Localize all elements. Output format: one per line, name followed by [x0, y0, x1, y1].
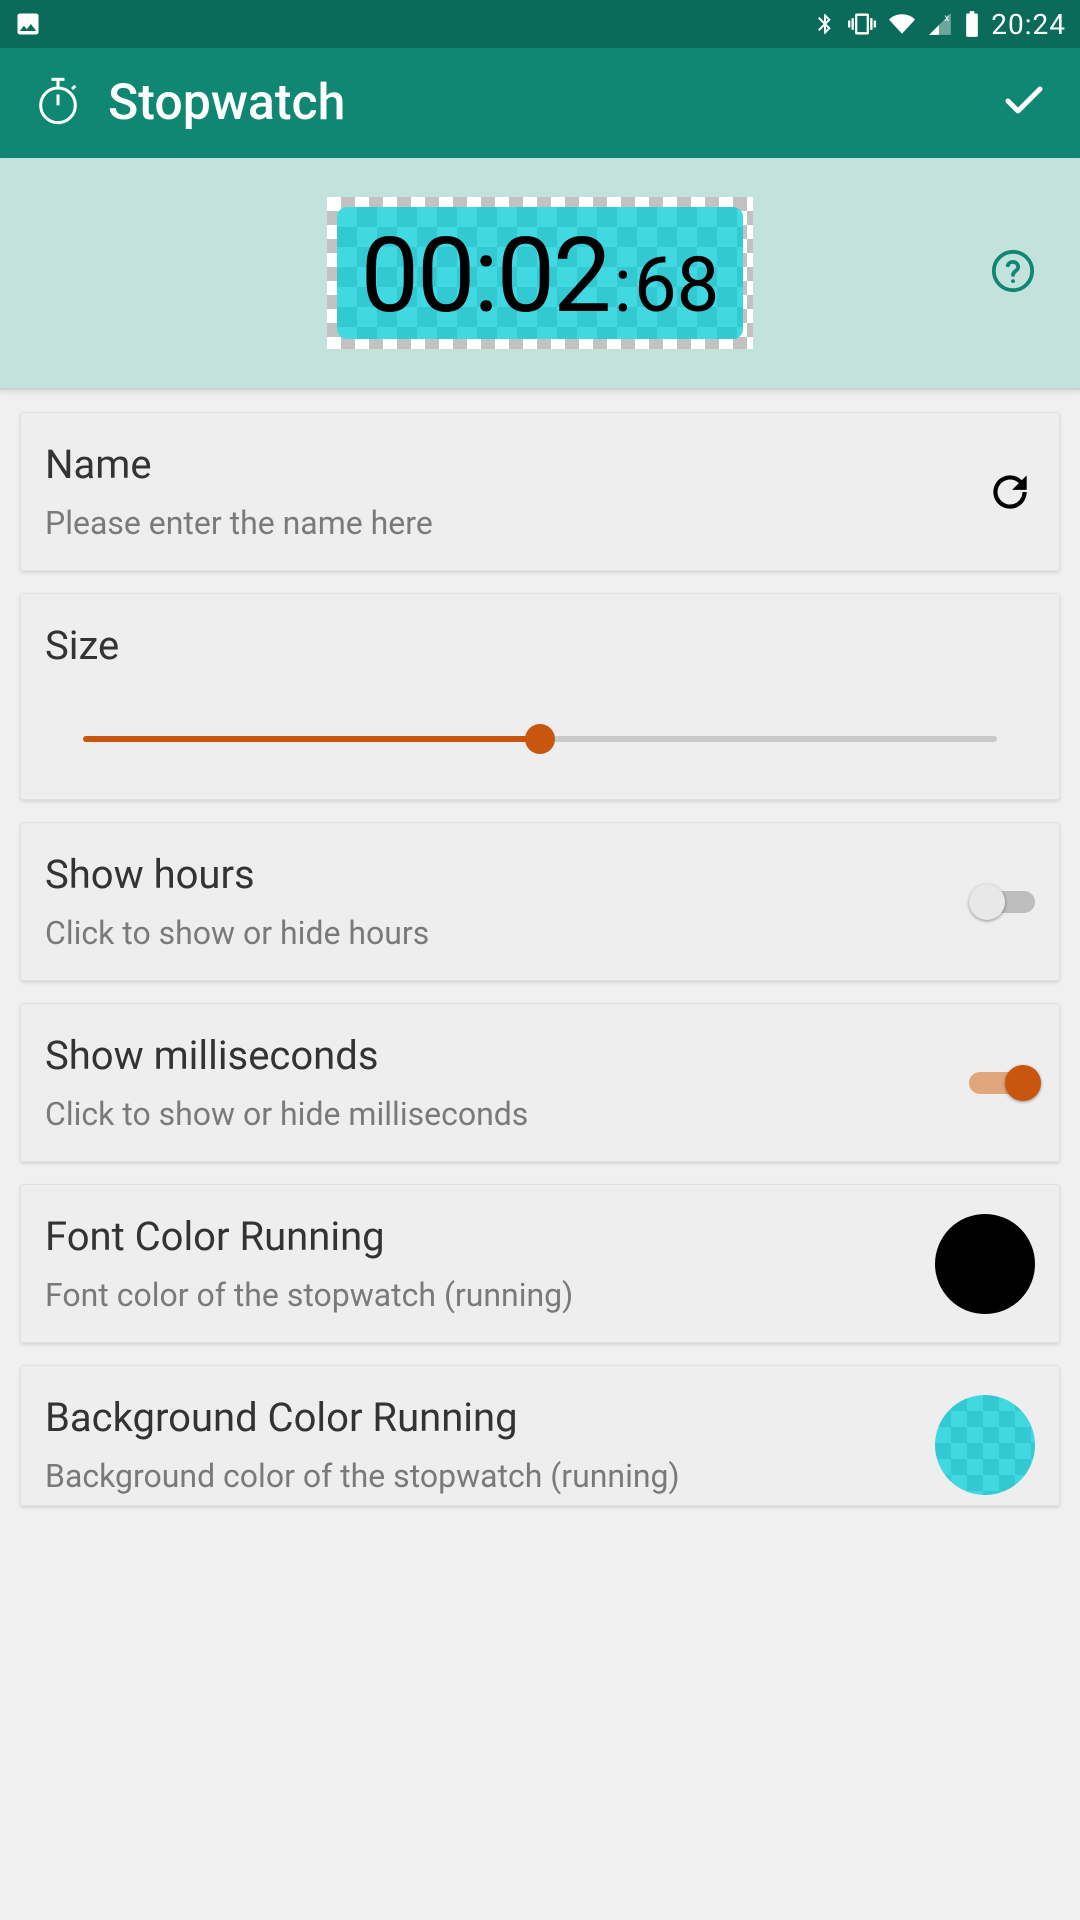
stopwatch-time-sep: : [614, 247, 632, 323]
font-color-running-title: Font Color Running [45, 1213, 919, 1260]
help-button[interactable] [990, 248, 1036, 298]
font-color-running-subtitle: Font color of the stopwatch (running) [45, 1276, 919, 1314]
bg-color-running-title: Background Color Running [45, 1394, 919, 1441]
app-bar: Stopwatch [0, 48, 1080, 158]
show-ms-card[interactable]: Show milliseconds Click to show or hide … [20, 1003, 1060, 1162]
show-ms-title: Show milliseconds [45, 1032, 953, 1079]
svg-text:x: x [945, 13, 950, 24]
stopwatch-time-main: 00:02 [361, 225, 610, 329]
show-hours-title: Show hours [45, 851, 953, 898]
stopwatch-icon [32, 75, 84, 131]
wifi-icon [887, 11, 917, 37]
settings-list: Name Please enter the name here Size Sho… [0, 390, 1080, 1506]
size-slider-fill [83, 736, 540, 742]
app-title: Stopwatch [108, 74, 345, 132]
stopwatch-time-frac: 68 [634, 247, 719, 323]
bg-color-running-swatch[interactable] [935, 1395, 1035, 1495]
name-card[interactable]: Name Please enter the name here [20, 412, 1060, 571]
battery-icon [963, 10, 981, 38]
widget-preview-box: 00:02 : 68 [327, 197, 754, 349]
font-color-running-card[interactable]: Font Color Running Font color of the sto… [20, 1184, 1060, 1343]
font-color-running-swatch[interactable] [935, 1214, 1035, 1314]
size-card: Size [20, 593, 1060, 800]
name-placeholder: Please enter the name here [45, 504, 969, 542]
bg-color-running-card[interactable]: Background Color Running Background colo… [20, 1365, 1060, 1506]
size-slider[interactable] [83, 721, 997, 757]
image-icon [14, 10, 42, 38]
bluetooth-icon [813, 10, 837, 38]
status-bar: x 20:24 [0, 0, 1080, 48]
signal-icon: x [927, 11, 953, 37]
show-hours-card[interactable]: Show hours Click to show or hide hours [20, 822, 1060, 981]
status-clock: 20:24 [991, 8, 1066, 41]
vibrate-icon [847, 10, 877, 38]
bg-color-running-subtitle: Background color of the stopwatch (runni… [45, 1457, 919, 1495]
name-title: Name [45, 441, 969, 488]
show-ms-toggle[interactable] [969, 1065, 1035, 1101]
show-hours-toggle[interactable] [969, 884, 1035, 920]
stopwatch-time: 00:02 : 68 [361, 225, 720, 329]
size-slider-thumb[interactable] [525, 724, 555, 754]
show-ms-subtitle: Click to show or hide milliseconds [45, 1095, 953, 1133]
size-title: Size [45, 622, 1035, 669]
confirm-button[interactable] [1000, 77, 1048, 129]
widget-preview-inner: 00:02 : 68 [337, 207, 744, 339]
show-hours-subtitle: Click to show or hide hours [45, 914, 953, 952]
reset-name-button[interactable] [985, 467, 1035, 517]
widget-preview: 00:02 : 68 [0, 158, 1080, 390]
